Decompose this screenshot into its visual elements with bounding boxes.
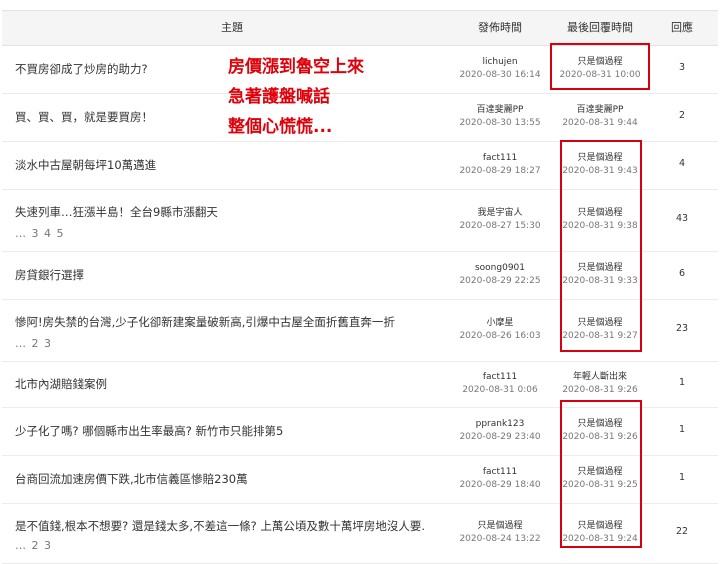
author-link[interactable]: 百達斐麗PP (452, 104, 548, 117)
last-reply-user-link[interactable]: 百達斐麗PP (552, 104, 648, 117)
author-link[interactable]: 只是個過程 (452, 520, 548, 533)
author-link[interactable]: fact111 (452, 152, 548, 165)
post-date: 2020-08-29 22:25 (459, 276, 541, 286)
post-info: 百達斐麗PP 2020-08-30 13:55 (452, 104, 548, 130)
topic-title-link[interactable]: 少子化了嗎? 哪個縣市出生率最高? 新竹市只能排第5 (15, 423, 283, 439)
author-link[interactable]: soong0901 (452, 262, 548, 275)
post-date: 2020-08-29 18:27 (459, 166, 541, 176)
reply-count: 1 (678, 377, 686, 388)
topic-page-links[interactable]: … 3 4 5 (15, 227, 65, 240)
header-last-reply-time[interactable]: 最後回覆時間 (552, 11, 648, 45)
post-info: fact111 2020-08-31 0:06 (452, 371, 548, 397)
last-reply-date: 2020-08-31 9:44 (562, 118, 638, 128)
highlight-box-3 (560, 400, 642, 548)
post-date: 2020-08-29 23:40 (459, 432, 541, 442)
author-link[interactable]: 小摩星 (452, 317, 548, 330)
post-info: pprank123 2020-08-29 23:40 (452, 418, 548, 444)
topic-title-link[interactable]: 買、買、買，就是要買房！ (15, 109, 153, 125)
topic-title-link[interactable]: 慘阿!房失禁的台灣,少子化卻新建案量破新高,引爆中古屋全面折舊直奔一折 (15, 314, 395, 330)
header-topic[interactable]: 主題 (2, 11, 462, 45)
annotation-line-2: 急著護盤喊話 (228, 87, 330, 107)
last-reply-info: 年輕人斷出來 2020-08-31 9:26 (552, 371, 648, 397)
reply-count: 23 (675, 323, 689, 334)
reply-count: 43 (675, 213, 689, 224)
reply-count: 1 (678, 472, 686, 483)
topic-title-link[interactable]: 房貸銀行選擇 (15, 267, 84, 283)
annotation-text: 房價漲到魯空上來 急著護盤喊話 整個心慌慌... (228, 52, 364, 142)
post-date: 2020-08-26 16:03 (459, 331, 541, 341)
topic-title-link[interactable]: 不買房卻成了炒房的助力? (15, 61, 148, 77)
author-link[interactable]: 我是宇宙人 (452, 207, 548, 220)
topic-title-link[interactable]: 失速列車…狂漲半島！全台9縣市漲翻天 (15, 204, 218, 220)
highlight-box-2 (560, 140, 642, 352)
author-link[interactable]: pprank123 (452, 418, 548, 431)
post-date: 2020-08-27 15:30 (459, 221, 541, 231)
topic-page-links[interactable]: … 2 3 (15, 539, 52, 552)
topic-title-link[interactable]: 淡水中古屋朝每坪10萬邁進 (15, 157, 156, 173)
author-link[interactable]: fact111 (452, 371, 548, 384)
header-replies[interactable]: 回應 (662, 11, 702, 45)
post-date: 2020-08-30 16:14 (459, 70, 541, 80)
post-info: lichujen 2020-08-30 16:14 (452, 56, 548, 82)
author-link[interactable]: fact111 (452, 466, 548, 479)
reply-count: 6 (678, 268, 686, 279)
topic-title-link[interactable]: 北市內湖賠錢案例 (15, 376, 107, 392)
post-date: 2020-08-24 13:22 (459, 534, 541, 544)
reply-count: 2 (678, 110, 686, 121)
table-header: 主題 發佈時間 最後回覆時間 回應 (2, 10, 718, 46)
post-info: fact111 2020-08-29 18:40 (452, 466, 548, 492)
post-info: 只是個過程 2020-08-24 13:22 (452, 520, 548, 546)
reply-count: 3 (678, 62, 686, 73)
author-link[interactable]: lichujen (452, 56, 548, 69)
topic-title-link[interactable]: 台商回流加速房價下跌,北市信義區慘賠230萬 (15, 471, 248, 487)
post-date: 2020-08-31 0:06 (462, 385, 538, 395)
post-date: 2020-08-30 13:55 (459, 118, 541, 128)
post-info: 小摩星 2020-08-26 16:03 (452, 317, 548, 343)
reply-count: 1 (678, 424, 686, 435)
post-info: soong0901 2020-08-29 22:25 (452, 262, 548, 288)
last-reply-date: 2020-08-31 9:26 (562, 385, 638, 395)
reply-count: 4 (678, 158, 686, 169)
topic-title-link[interactable]: 是不值錢,根本不想要? 還是錢太多,不差這一條? 上萬公頃及數十萬坪房地沒人要. (15, 518, 425, 534)
header-post-time[interactable]: 發佈時間 (452, 11, 548, 45)
annotation-line-1: 房價漲到魯空上來 (228, 57, 364, 77)
post-date: 2020-08-29 18:40 (459, 480, 541, 490)
topic-page-links[interactable]: … 2 3 (15, 337, 52, 350)
post-info: fact111 2020-08-29 18:27 (452, 152, 548, 178)
last-reply-user-link[interactable]: 年輕人斷出來 (552, 371, 648, 384)
highlight-box-1 (550, 43, 650, 90)
annotation-line-3: 整個心慌慌... (228, 117, 333, 137)
last-reply-info: 百達斐麗PP 2020-08-31 9:44 (552, 104, 648, 130)
reply-count: 22 (675, 526, 689, 537)
post-info: 我是宇宙人 2020-08-27 15:30 (452, 207, 548, 233)
